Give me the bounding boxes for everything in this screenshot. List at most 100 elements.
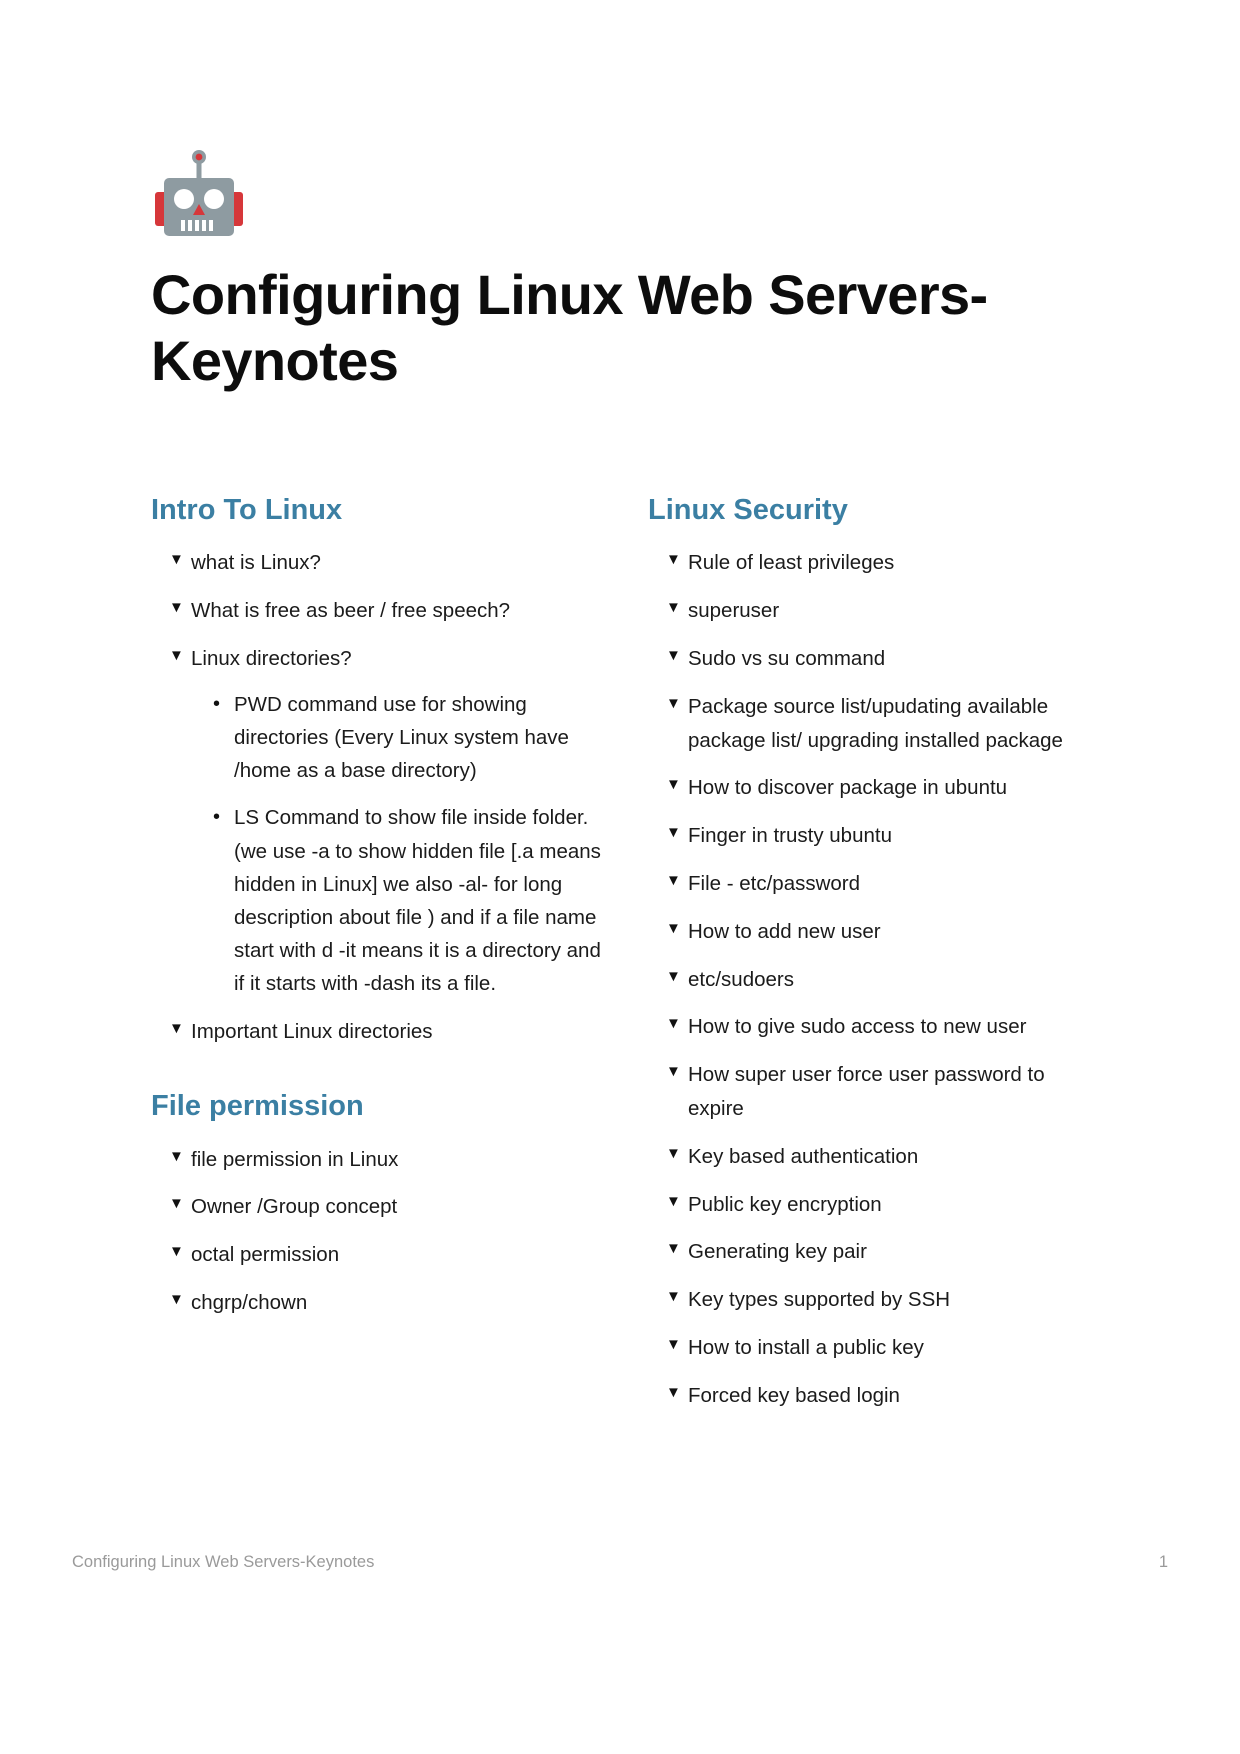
footer-page-number: 1 <box>1158 1553 1168 1571</box>
outline-item-label: Forced key based login <box>688 1383 900 1407</box>
outline-item-label: How to give sudo access to new user <box>688 1015 1027 1039</box>
outline-list: ▼ file permission in Linux ▼ Owner /Group c… <box>151 1143 604 1320</box>
outline-item[interactable]: ▼ Package source list/upudating available… <box>648 690 1101 758</box>
triangle-down-icon[interactable]: ▼ <box>169 1286 184 1315</box>
outline-item[interactable]: ▼ octal permission <box>151 1238 604 1272</box>
outline-item-label: what is Linux? <box>191 551 321 575</box>
outline-sublist: • PWD command use for showing directories… <box>191 688 604 1001</box>
outline-item-label: superuser <box>688 599 780 623</box>
outline-item[interactable]: ▼ Key based authentication <box>648 1140 1101 1174</box>
outline-item-label: Finger in trusty ubuntu <box>688 824 892 848</box>
outline-item[interactable]: ▼ File - etc/password <box>648 867 1101 901</box>
footer-title: Configuring Linux Web Servers-Keynotes <box>72 1553 375 1571</box>
outline-item-label: Generating key pair <box>688 1240 867 1264</box>
outline-item[interactable]: ▼ superuser <box>648 594 1101 628</box>
triangle-down-icon[interactable]: ▼ <box>666 1235 681 1264</box>
outline-item-label: How to discover package in ubuntu <box>688 776 1008 800</box>
triangle-down-icon[interactable]: ▼ <box>169 1015 184 1044</box>
outline-subitem-label: PWD command use for showing directories … <box>234 692 569 783</box>
outline-section: Linux Security ▼ Rule of least privileges ▼… <box>648 492 1101 1413</box>
outline-item[interactable]: ▼ Finger in trusty ubuntu <box>648 819 1101 853</box>
triangle-down-icon[interactable]: ▼ <box>666 546 681 575</box>
page-title: Configuring Linux Web Servers-Keynotes <box>151 263 988 393</box>
outline-section: Intro To Linux ▼ what is Linux? ▼ What is fr… <box>151 492 604 1048</box>
outline-item[interactable]: ▼ what is Linux? <box>151 546 604 580</box>
triangle-down-icon[interactable]: ▼ <box>169 1190 184 1219</box>
outline-item[interactable]: ▼ Owner /Group concept <box>151 1190 604 1224</box>
section-heading: File permission <box>151 1090 364 1123</box>
outline-item-label: Owner /Group concept <box>191 1195 398 1219</box>
outline-item[interactable]: ▼ Key types supported by SSH <box>648 1283 1101 1317</box>
section-heading: Linux Security <box>648 494 848 526</box>
triangle-down-icon[interactable]: ▼ <box>666 1188 681 1217</box>
outline-item-label: File - etc/password <box>688 871 861 895</box>
outline-item-label: How super user force user password to ex… <box>688 1063 1045 1120</box>
bullet-dot-icon: • <box>213 692 221 715</box>
triangle-down-icon[interactable]: ▼ <box>666 867 681 896</box>
outline-item-label: Sudo vs su command <box>688 646 886 670</box>
outline-item-label: file permission in Linux <box>191 1147 399 1171</box>
outline-item[interactable]: ▼ Linux directories? • PWD command use for … <box>151 642 604 1001</box>
triangle-down-icon[interactable]: ▼ <box>666 1379 681 1408</box>
section-heading: Intro To Linux <box>151 494 343 526</box>
outline-item-label: Linux directories? <box>191 646 352 670</box>
right-column: Linux Security ▼ Rule of least privileges ▼… <box>648 492 1101 1427</box>
left-column: Intro To Linux ▼ what is Linux? ▼ What is fr… <box>151 492 604 1427</box>
document-header: Configuring Linux Web Servers-Keynotes <box>151 148 1111 394</box>
triangle-down-icon[interactable]: ▼ <box>666 771 681 800</box>
outline-item-label: Public key encryption <box>688 1192 882 1216</box>
outline-item-label: How to add new user <box>688 919 881 943</box>
outline-item[interactable]: ▼ chgrp/chown <box>151 1286 604 1320</box>
content-columns: Intro To Linux ▼ what is Linux? ▼ What is fr… <box>151 492 1101 1427</box>
triangle-down-icon[interactable]: ▼ <box>169 594 184 623</box>
outline-item-label: Key types supported by SSH <box>688 1288 951 1312</box>
triangle-down-icon[interactable]: ▼ <box>666 1010 681 1039</box>
outline-item[interactable]: ▼ Generating key pair <box>648 1235 1101 1269</box>
outline-item-label: Rule of least privileges <box>688 551 895 575</box>
triangle-down-icon[interactable]: ▼ <box>169 1143 184 1172</box>
triangle-down-icon[interactable]: ▼ <box>666 819 681 848</box>
outline-item-label: etc/sudoers <box>688 967 794 991</box>
outline-item[interactable]: ▼ Important Linux directories <box>151 1015 604 1049</box>
outline-item[interactable]: ▼ Sudo vs su command <box>648 642 1101 676</box>
outline-item-label: Important Linux directories <box>191 1019 433 1043</box>
outline-item[interactable]: ▼ Public key encryption <box>648 1188 1101 1222</box>
triangle-down-icon[interactable]: ▼ <box>666 1140 681 1169</box>
triangle-down-icon[interactable]: ▼ <box>666 642 681 671</box>
outline-item[interactable]: ▼ How to install a public key <box>648 1331 1101 1365</box>
outline-item-label: How to install a public key <box>688 1336 924 1360</box>
outline-list: ▼ what is Linux? ▼ What is free as beer / f… <box>151 546 604 1048</box>
outline-item[interactable]: ▼ What is free as beer / free speech? <box>151 594 604 628</box>
triangle-down-icon[interactable]: ▼ <box>169 1238 184 1267</box>
bullet-dot-icon: • <box>213 806 221 829</box>
triangle-down-icon[interactable]: ▼ <box>666 1331 681 1360</box>
page-footer: Configuring Linux Web Servers-Keynotes 1 <box>72 1553 1168 1572</box>
outline-item[interactable]: ▼ Rule of least privileges <box>648 546 1101 580</box>
outline-item[interactable]: ▼ How to discover package in ubuntu <box>648 771 1101 805</box>
triangle-down-icon[interactable]: ▼ <box>666 1283 681 1312</box>
outline-item-label: chgrp/chown <box>191 1291 308 1315</box>
triangle-down-icon[interactable]: ▼ <box>169 546 184 575</box>
outline-subitem[interactable]: • LS Command to show file inside folder. … <box>191 801 604 1000</box>
outline-subitem[interactable]: • PWD command use for showing directories… <box>191 688 604 788</box>
triangle-down-icon[interactable]: ▼ <box>169 642 184 671</box>
outline-item-label: What is free as beer / free speech? <box>191 599 511 623</box>
triangle-down-icon[interactable]: ▼ <box>666 963 681 992</box>
outline-list: ▼ Rule of least privileges ▼ superuser ▼ Sudo… <box>648 546 1101 1412</box>
outline-item[interactable]: ▼ How super user force user password to e… <box>648 1058 1101 1126</box>
robot-icon <box>151 148 1111 240</box>
outline-item-label: Package source list/upudating available … <box>688 694 1063 752</box>
outline-item[interactable]: ▼ How to give sudo access to new user <box>648 1010 1101 1044</box>
outline-item[interactable]: ▼ Forced key based login <box>648 1379 1101 1413</box>
outline-item[interactable]: ▼ file permission in Linux <box>151 1143 604 1177</box>
triangle-down-icon[interactable]: ▼ <box>666 1058 681 1087</box>
outline-item-label: octal permission <box>191 1243 340 1267</box>
triangle-down-icon[interactable]: ▼ <box>666 594 681 623</box>
outline-item[interactable]: ▼ How to add new user <box>648 915 1101 949</box>
outline-item-label: Key based authentication <box>688 1144 919 1168</box>
triangle-down-icon[interactable]: ▼ <box>666 690 681 719</box>
outline-section: File permission ▼ file permission in Linux… <box>151 1088 604 1320</box>
document-page: Configuring Linux Web Servers-Keynotes I… <box>0 0 1240 1754</box>
triangle-down-icon[interactable]: ▼ <box>666 915 681 944</box>
outline-item[interactable]: ▼ etc/sudoers <box>648 963 1101 997</box>
